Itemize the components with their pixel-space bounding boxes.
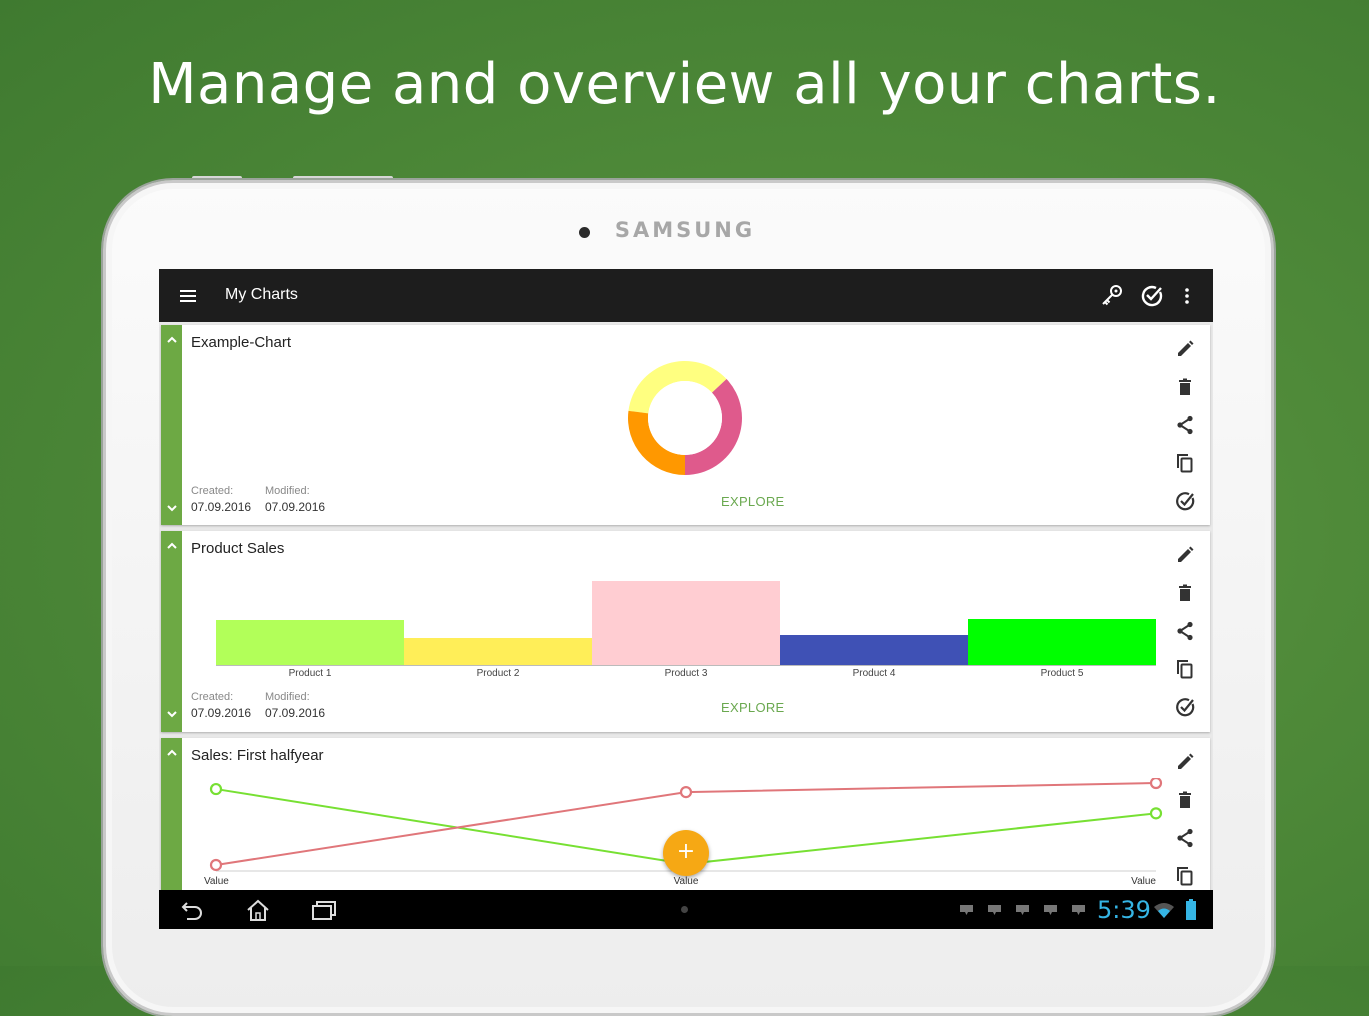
key-icon[interactable] [1099,283,1125,309]
check-circle-icon[interactable] [1139,283,1165,309]
share-icon[interactable] [1173,413,1197,437]
delete-icon[interactable] [1173,375,1197,399]
bar [592,581,780,665]
card-title: Sales: First halfyear [191,747,324,764]
line-chart: Value Value Value [204,778,1163,887]
bar-label: Product 5 [1040,668,1084,679]
card-stripe [161,531,182,732]
edit-icon[interactable] [1173,337,1197,361]
data-point [1149,778,1163,790]
chevron-down-icon[interactable] [166,503,178,513]
created-label: Created: [191,485,234,497]
bar-label: Product 2 [476,668,520,679]
delete-icon[interactable] [1173,581,1197,605]
front-camera [579,227,590,238]
modified-date: 07.09.2016 [265,706,326,720]
share-icon[interactable] [1173,826,1197,850]
promo-headline: Manage and overview all your charts. [148,52,1221,117]
donut-hole [648,381,722,455]
notification-icon [988,905,1001,915]
explore-button[interactable]: EXPLORE [721,700,785,715]
created-date: 07.09.2016 [191,706,252,720]
chevron-up-icon[interactable] [166,541,178,551]
chevron-up-icon[interactable] [166,335,178,345]
app-title: My Charts [225,286,298,303]
chevron-up-icon[interactable] [166,748,178,758]
chevron-down-icon[interactable] [166,709,178,719]
data-point [679,786,693,799]
system-navigation-bar: 5:39 [159,890,1213,929]
copy-icon[interactable] [1173,657,1197,681]
card-title: Product Sales [191,540,285,557]
delete-icon[interactable] [1173,788,1197,812]
copy-icon[interactable] [1173,451,1197,475]
x-tick-label: Value [1131,876,1156,887]
bar-label: Product 3 [664,668,708,679]
more-vert-icon[interactable] [1175,283,1199,309]
modified-date: 07.09.2016 [265,500,326,514]
created-date: 07.09.2016 [191,500,252,514]
x-tick-label: Value [674,876,699,887]
tablet-screen: My Charts Example-Chart Created: 07.09.2… [159,269,1213,929]
recent-apps-icon[interactable] [310,898,338,922]
navbar-dot [681,906,688,913]
menu-icon[interactable] [180,290,196,302]
home-icon[interactable] [245,898,271,922]
x-axis-line [216,665,1156,666]
data-point [209,858,223,872]
add-chart-button[interactable]: + [663,830,709,876]
back-icon[interactable] [179,898,205,922]
notification-icon [1016,905,1029,915]
check-circle-icon[interactable] [1173,489,1197,513]
modified-label: Modified: [265,485,310,497]
notification-icon [960,905,973,915]
status-clock: 5:39 [1097,896,1151,924]
bar [968,619,1156,665]
bar [404,638,592,665]
battery-icon [1186,899,1196,920]
copy-icon[interactable] [1173,864,1197,888]
created-label: Created: [191,691,234,703]
bar [780,635,968,665]
data-point [209,782,223,796]
wifi-icon [1154,903,1174,918]
check-circle-icon[interactable] [1173,695,1197,719]
card-title: Example-Chart [191,334,292,351]
bar-label: Product 1 [288,668,332,679]
bar [216,620,404,665]
data-point [1149,807,1163,820]
notification-icon [1072,905,1085,915]
x-tick-label: Value [204,876,229,887]
share-icon[interactable] [1173,619,1197,643]
device-brand: SAMSUNG [614,218,756,242]
app-bar: My Charts [159,269,1213,322]
edit-icon[interactable] [1173,750,1197,774]
bar-chart: Product 1 Product 2 Product 3 Product 4 Prod… [216,579,1156,689]
bar-label: Product 4 [852,668,896,679]
chart-card[interactable]: Example-Chart Created: 07.09.2016 Modifi… [161,325,1210,525]
edit-icon[interactable] [1173,543,1197,567]
card-stripe [161,325,182,525]
explore-button[interactable]: EXPLORE [721,494,785,509]
modified-label: Modified: [265,691,310,703]
donut-chart [628,361,742,475]
notification-icon [1044,905,1057,915]
chart-card[interactable]: Product Sales Product 1 Product 2 Product … [161,531,1210,732]
